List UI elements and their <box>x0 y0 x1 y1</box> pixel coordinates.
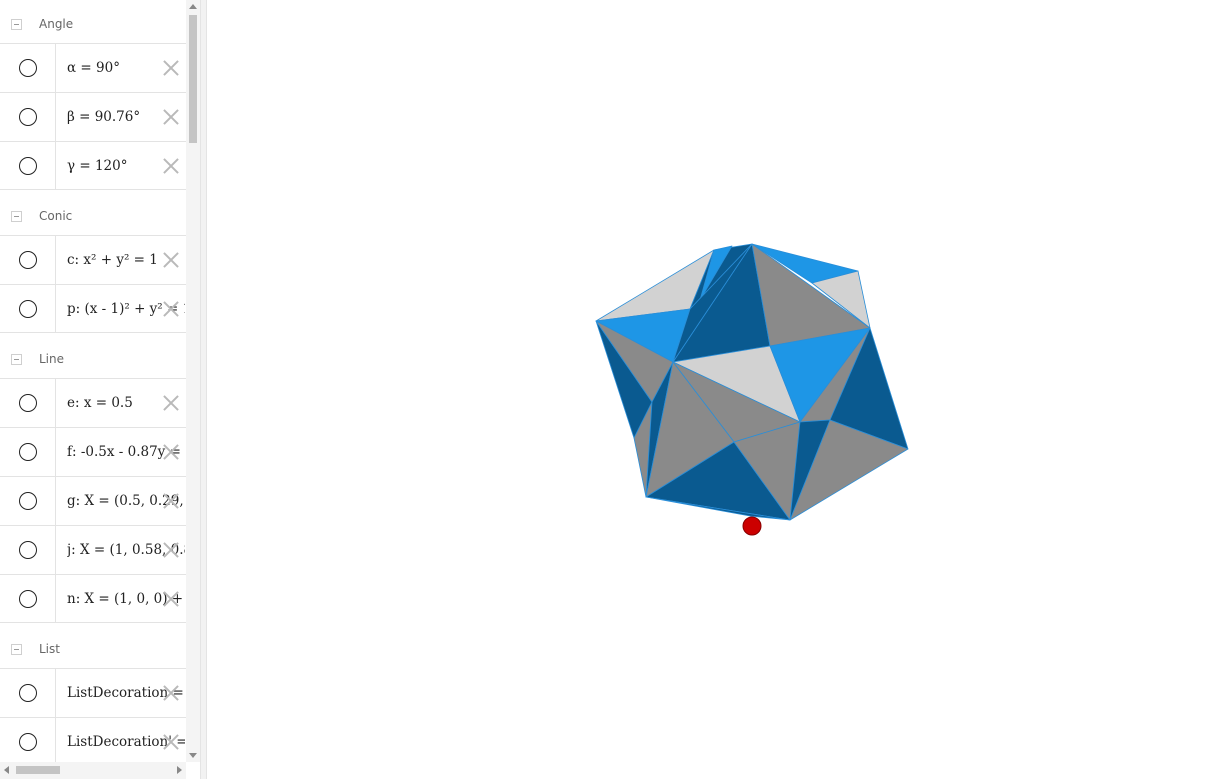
algebra-row-beta[interactable]: β = 90.76° <box>0 92 186 141</box>
vertical-scrollbar[interactable] <box>186 0 200 762</box>
algebra-row-f[interactable]: f: -0.5x - 0.87y = -0 <box>0 427 186 476</box>
delete-icon[interactable] <box>162 108 180 126</box>
collapse-icon[interactable] <box>11 643 22 655</box>
algebra-row-e[interactable]: e: x = 0.5 <box>0 378 186 427</box>
delete-icon[interactable] <box>162 684 180 702</box>
visibility-toggle-icon[interactable] <box>18 541 37 559</box>
vertical-scroll-thumb[interactable] <box>189 15 197 143</box>
group-title: Conic <box>39 209 73 223</box>
group-title: Angle <box>39 17 74 31</box>
scroll-up-icon[interactable] <box>189 4 197 9</box>
visibility-toggle-icon[interactable] <box>18 733 37 751</box>
delete-icon[interactable] <box>162 157 180 175</box>
graphics-canvas[interactable] <box>207 0 1221 779</box>
delete-icon[interactable] <box>162 443 180 461</box>
algebra-list: Angle α = 90° β = 90.76° γ = 120° Conic … <box>0 0 186 762</box>
algebra-panel: Angle α = 90° β = 90.76° γ = 120° Conic … <box>0 0 200 779</box>
delete-icon[interactable] <box>162 590 180 608</box>
polyhedron-3d[interactable] <box>595 243 909 521</box>
delete-icon[interactable] <box>162 541 180 559</box>
group-header-list[interactable]: List <box>0 639 186 659</box>
delete-icon[interactable] <box>162 492 180 510</box>
visibility-toggle-icon[interactable] <box>18 492 37 510</box>
algebra-row-n[interactable]: n: X = (1, 0, 0) + λ <box>0 574 186 623</box>
delete-icon[interactable] <box>162 394 180 412</box>
horizontal-scrollbar[interactable] <box>0 762 186 779</box>
algebra-row-listdecoration[interactable]: ListDecoration = {0 <box>0 668 186 717</box>
group-title: List <box>39 642 60 656</box>
algebra-row-gamma[interactable]: γ = 120° <box>0 141 186 190</box>
visibility-toggle-icon[interactable] <box>18 299 37 318</box>
graphics-3d-view[interactable] <box>207 0 1221 779</box>
algebra-row-c[interactable]: c: x² + y² = 1 <box>0 235 186 284</box>
collapse-icon[interactable] <box>11 210 22 222</box>
algebra-row-j[interactable]: j: X = (1, 0.58, 0.82 <box>0 525 186 574</box>
collapse-icon[interactable] <box>11 353 22 365</box>
delete-icon[interactable] <box>162 300 180 318</box>
visibility-toggle-icon[interactable] <box>18 156 37 175</box>
visibility-toggle-icon[interactable] <box>18 108 37 126</box>
visibility-toggle-icon[interactable] <box>18 394 37 412</box>
horizontal-scroll-thumb[interactable] <box>16 766 60 774</box>
algebra-row-listdecoration-prime[interactable]: ListDecoration' = {0 <box>0 717 186 762</box>
group-header-conic[interactable]: Conic <box>0 206 186 226</box>
algebra-row-p[interactable]: p: (x - 1)² + y² = 1 <box>0 284 186 333</box>
visibility-toggle-icon[interactable] <box>18 251 37 269</box>
visibility-toggle-icon[interactable] <box>18 684 37 702</box>
delete-icon[interactable] <box>162 251 180 269</box>
group-title: Line <box>39 352 65 366</box>
collapse-icon[interactable] <box>11 18 22 30</box>
delete-icon[interactable] <box>162 733 180 751</box>
scroll-down-icon[interactable] <box>189 753 197 758</box>
group-header-line[interactable]: Line <box>0 349 186 369</box>
panel-divider[interactable] <box>200 0 207 779</box>
point-marker[interactable] <box>742 516 762 536</box>
scroll-right-icon[interactable] <box>177 766 182 774</box>
visibility-toggle-icon[interactable] <box>18 589 37 608</box>
visibility-toggle-icon[interactable] <box>18 443 37 461</box>
group-header-angle[interactable]: Angle <box>0 14 186 34</box>
algebra-row-alpha[interactable]: α = 90° <box>0 43 186 92</box>
visibility-toggle-icon[interactable] <box>18 59 37 77</box>
delete-icon[interactable] <box>162 59 180 77</box>
algebra-row-g[interactable]: g: X = (0.5, 0.29, 0 <box>0 476 186 525</box>
scroll-left-icon[interactable] <box>4 766 9 774</box>
